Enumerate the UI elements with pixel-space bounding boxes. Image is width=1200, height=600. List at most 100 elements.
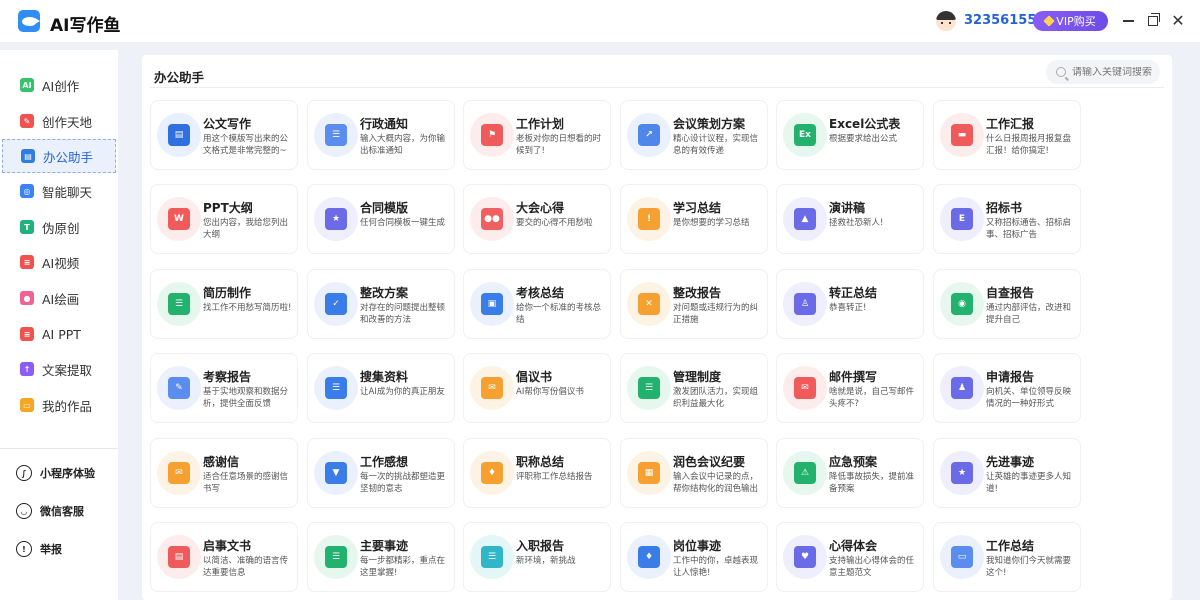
sidebar-extra-0[interactable]: ∫ 小程序体验 xyxy=(16,462,95,484)
tool-card-icon: ✎ xyxy=(157,366,201,410)
search-box[interactable] xyxy=(1046,60,1160,84)
tool-card[interactable]: ★ 合同模版 任何合同模板一键生成 xyxy=(307,184,455,254)
sidebar-extra-2[interactable]: ! 举报 xyxy=(16,538,62,560)
tool-card-icon: ▤ xyxy=(157,535,201,579)
tool-card[interactable]: ♟ 申请报告 向机关、单位领导反映情况的一种好形式 xyxy=(933,353,1081,423)
sidebar-item-4[interactable]: T 伪原创 xyxy=(0,210,118,244)
tool-card[interactable]: ✓ 整改方案 对存在的问题提出整顿和改善的方法 xyxy=(307,269,455,339)
tool-card-desc: 基于实地观察和数据分析，提供全面反馈 xyxy=(203,387,289,409)
tool-card-glyph: ☰ xyxy=(325,546,347,568)
tool-card[interactable]: ✉ 感谢信 适合任意场景的感谢信书写 xyxy=(150,438,298,508)
tool-card[interactable]: ♦ 职称总结 评职称工作总结报告 xyxy=(463,438,611,508)
sidebar-item-0[interactable]: AI AI创作 xyxy=(0,68,118,102)
tool-card[interactable]: ✎ 考察报告 基于实地观察和数据分析，提供全面反馈 xyxy=(150,353,298,423)
tool-card-desc: 输入会议中记录的点，帮你结构化的润色输出 xyxy=(673,472,759,494)
tool-card[interactable]: ●● 大会心得 要交的心得不用愁啦 xyxy=(463,184,611,254)
sidebar-item-icon: ✎ xyxy=(20,114,34,128)
close-icon: ✕ xyxy=(1171,11,1185,30)
tool-card[interactable]: ▭ 工作总结 我知道你们今天就需要这个! xyxy=(933,522,1081,592)
app-title: AI写作鱼 xyxy=(50,16,121,36)
tool-card[interactable]: ♥ 心得体会 支持输出心得体会的任意主题范文 xyxy=(776,522,924,592)
tool-card-glyph: ⚠ xyxy=(794,462,816,484)
maximize-button[interactable] xyxy=(1143,11,1163,31)
tool-card-desc: 新环境，新挑战 xyxy=(516,556,576,566)
tool-card-icon: ★ xyxy=(940,451,984,495)
tool-card-desc: 对问题或违规行为的纠正措施 xyxy=(673,303,759,325)
tool-card-desc: 啥就是说，自己写邮件头疼不? xyxy=(829,387,915,409)
sidebar-extra-1[interactable]: ◡ 微信客服 xyxy=(16,500,84,522)
tool-card[interactable]: ⚠ 应急预案 降低事故损失，提前准备预案 xyxy=(776,438,924,508)
tool-card-title: 转正总结 xyxy=(829,286,878,300)
tool-card[interactable]: ✉ 邮件撰写 啥就是说，自己写邮件头疼不? xyxy=(776,353,924,423)
tool-card[interactable]: ▣ 考核总结 给你一个标准的考核总结 xyxy=(463,269,611,339)
sidebar-item-8[interactable]: ↑ 文案提取 xyxy=(0,352,118,386)
tool-card[interactable]: ✉ 倡议书 AI帮你写份倡议书 xyxy=(463,353,611,423)
tool-card-glyph: ★ xyxy=(325,208,347,230)
tool-card[interactable]: ▤ 公文写作 用这个模版写出来的公文格式是非常完整的~ xyxy=(150,100,298,170)
tool-card[interactable]: ☰ 行政通知 输入大概内容，为你输出标准通知 xyxy=(307,100,455,170)
tool-card[interactable]: ★ 先进事迹 让英雄的事迹更多人知道! xyxy=(933,438,1081,508)
tool-card[interactable]: ▼ 工作感想 每一次的挑战都塑造更坚韧的意志 xyxy=(307,438,455,508)
tool-card[interactable]: ☰ 入职报告新环境，新挑战 xyxy=(463,522,611,592)
sidebar-item-9[interactable]: ▭ 我的作品 xyxy=(0,388,118,422)
tool-card-glyph: ▭ xyxy=(951,546,973,568)
sidebar-item-5[interactable]: ≡ AI视频 xyxy=(0,245,118,279)
tool-card[interactable]: ▬ 工作汇报 什么日报周报月报复盘汇报！给你搞定! xyxy=(933,100,1081,170)
tool-card-glyph: ☰ xyxy=(168,293,190,315)
tool-card-icon: ✕ xyxy=(627,282,671,326)
vip-purchase-label: VIP购买 xyxy=(1056,15,1096,28)
tool-card[interactable]: ▤ 启事文书 以简洁、准确的语言传达重要信息 xyxy=(150,522,298,592)
tool-card[interactable]: ▦ 润色会议纪要 输入会议中记录的点，帮你结构化的润色输出 xyxy=(620,438,768,508)
close-button[interactable]: ✕ xyxy=(1168,11,1188,31)
tool-card-icon: ☰ xyxy=(157,282,201,326)
sidebar-item-7[interactable]: ≡ AI PPT xyxy=(0,317,118,351)
tool-card[interactable]: ♦ 岗位事迹 工作中的你，卓越表现让人惊艳! xyxy=(620,522,768,592)
tool-card[interactable]: ⚑ 工作计划 老板对你的日想看的时候到了! xyxy=(463,100,611,170)
user-avatar[interactable] xyxy=(936,11,956,31)
tool-card-desc: 支持输出心得体会的任意主题范文 xyxy=(829,556,915,578)
tool-card-icon: ☰ xyxy=(470,535,514,579)
tool-card-glyph: ▲ xyxy=(794,208,816,230)
sidebar-item-icon: T xyxy=(20,220,34,234)
tool-card-title: 倡议书 xyxy=(516,370,553,384)
sidebar-item-1[interactable]: ✎ 创作天地 xyxy=(0,104,118,138)
tool-card-desc: 让AI成为你的真正朋友 xyxy=(360,387,445,397)
tool-card-desc: 每一次的挑战都塑造更坚韧的意志 xyxy=(360,472,446,494)
app-logo-icon xyxy=(18,10,40,32)
user-id[interactable]: 32356155 xyxy=(964,13,1036,28)
tool-card[interactable]: ✕ 整改报告 对问题或违规行为的纠正措施 xyxy=(620,269,768,339)
sidebar-item-3[interactable]: ◎ 智能聊天 xyxy=(0,174,118,208)
tool-card[interactable]: ♙ 转正总结 恭喜转正! xyxy=(776,269,924,339)
tool-card-title: 工作总结 xyxy=(986,539,1035,553)
tool-card-desc: AI帮你写份倡议书 xyxy=(516,387,584,397)
tool-card[interactable]: ☰ 管理制度 激发团队活力，实现组织利益最大化 xyxy=(620,353,768,423)
tool-card[interactable]: ☰ 主要事迹 每一步都精彩，重点在这里掌握! xyxy=(307,522,455,592)
tool-card[interactable]: ↗ 会议策划方案 精心设计议程，实现信息的有效传递 xyxy=(620,100,768,170)
tool-card-title: 入职报告 xyxy=(516,539,565,553)
sidebar-divider xyxy=(0,448,118,449)
sidebar-item-2[interactable]: ▤ 办公助手 xyxy=(2,139,116,173)
tool-card-desc: 评职称工作总结报告 xyxy=(516,472,593,482)
tool-card[interactable]: E 招标书 又称招标通告、招标启事、招标广告 xyxy=(933,184,1081,254)
tool-card[interactable]: ☰ 简历制作 找工作不用愁写简历啦! xyxy=(150,269,298,339)
tool-card-desc: 激发团队活力，实现组织利益最大化 xyxy=(673,387,759,409)
tool-card[interactable]: W PPT大纲 您出内容，我给您列出大纲 xyxy=(150,184,298,254)
tool-card[interactable]: ◉ 自查报告 通过内部评估，改进和提升自己 xyxy=(933,269,1081,339)
sidebar-extra-icon: ∫ xyxy=(16,465,32,481)
tool-card-glyph: ♦ xyxy=(638,546,660,568)
tool-card[interactable]: ! 学习总结 是你想要的学习总结 xyxy=(620,184,768,254)
tool-card[interactable]: ▲ 演讲稿 拯救社恐新人! xyxy=(776,184,924,254)
tool-card-glyph: ⚑ xyxy=(481,124,503,146)
tool-card[interactable]: Ex Excel公式表 根据要求给出公式 xyxy=(776,100,924,170)
tool-card-glyph: ▤ xyxy=(168,546,190,568)
minimize-button[interactable] xyxy=(1118,11,1138,31)
tool-card-desc: 根据要求给出公式 xyxy=(829,134,898,144)
tool-card-icon: ✓ xyxy=(314,282,358,326)
tool-card-glyph: ▬ xyxy=(951,124,973,146)
search-input[interactable] xyxy=(1072,66,1152,78)
tool-card[interactable]: ☰ 搜集资料 让AI成为你的真正朋友 xyxy=(307,353,455,423)
sidebar-item-label: 办公助手 xyxy=(43,149,94,165)
sidebar-item-6[interactable]: ● AI绘画 xyxy=(0,281,118,315)
vip-purchase-button[interactable]: VIP购买 xyxy=(1033,11,1108,31)
sidebar-item-label: 伪原创 xyxy=(42,220,80,236)
